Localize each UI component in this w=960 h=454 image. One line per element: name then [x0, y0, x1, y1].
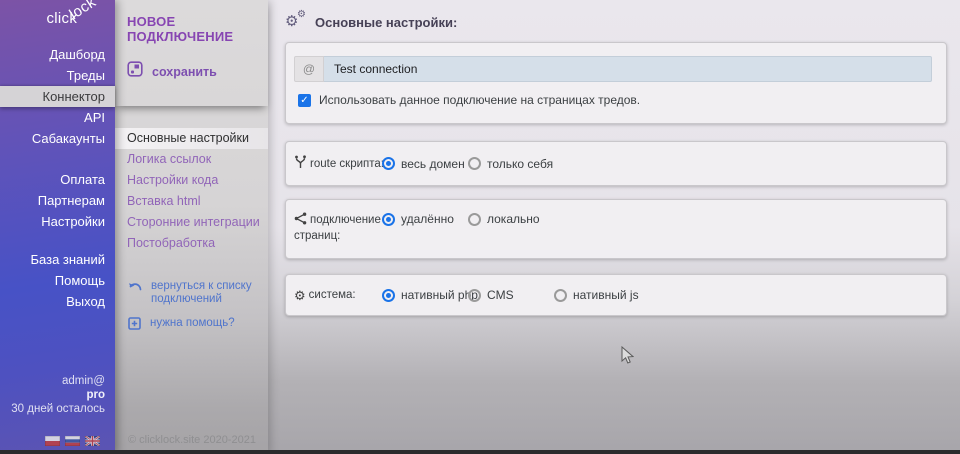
system-option-native-js[interactable]: нативный js [554, 288, 639, 302]
share-icon [294, 212, 307, 225]
use-on-threads-label: Использовать данное подключение на стран… [319, 93, 640, 107]
system-setting-row: ⚙система: нативный php CMS нативный js [286, 275, 946, 315]
sidebar-item-dashboard[interactable]: Дашборд [0, 44, 115, 65]
sidebar-item-api[interactable]: API [0, 107, 115, 128]
sidebar-item-payment[interactable]: Оплата [0, 169, 115, 190]
route-option-only-self[interactable]: только себя [468, 157, 553, 171]
language-flags [45, 436, 100, 446]
account-days-left: 30 дней осталось [11, 402, 105, 416]
pages-option-local[interactable]: локально [468, 212, 540, 226]
route-setting-card: route скрипта: весь домен только себя [285, 141, 947, 186]
route-icon [294, 155, 307, 169]
system-setting-label: ⚙система: [294, 287, 382, 304]
gears-icon: ⚙⚙ [285, 13, 307, 31]
account-email: admin@ [11, 374, 105, 388]
menu-item-basic-settings[interactable]: Основные настройки [115, 128, 268, 149]
connection-panel-header: НОВОЕ ПОДКЛЮЧЕНИЕ сохранить [115, 0, 268, 106]
radio-selected-icon [382, 213, 395, 226]
main-header-title: Основные настройки: [315, 15, 457, 30]
connection-name-card: @ ✓ Использовать данное подключение на с… [285, 42, 947, 124]
connection-name-input[interactable] [324, 56, 932, 82]
system-setting-card: ⚙система: нативный php CMS нативный js [285, 274, 947, 316]
save-button-label: сохранить [152, 65, 217, 79]
sidebar-item-threads[interactable]: Треды [0, 65, 115, 86]
save-button[interactable]: сохранить [127, 61, 256, 82]
gear-icon: ⚙ [294, 288, 306, 303]
russia-flag-icon[interactable] [65, 436, 80, 446]
bottom-edge-bar [0, 450, 960, 454]
radio-selected-icon [382, 289, 395, 302]
pages-option-remote[interactable]: удалённо [382, 212, 468, 226]
at-icon: @ [294, 56, 324, 82]
route-option-whole-domain[interactable]: весь домен [382, 157, 468, 171]
main-content: ⚙⚙ Основные настройки: @ ✓ Использовать … [268, 0, 960, 454]
mouse-cursor-icon [621, 346, 634, 370]
radio-unselected-icon [468, 289, 481, 302]
back-to-connections-link[interactable]: вернуться к списку подключений [128, 280, 268, 306]
panel-title: НОВОЕ ПОДКЛЮЧЕНИЕ [127, 14, 256, 44]
radio-unselected-icon [468, 213, 481, 226]
menu-item-code-settings[interactable]: Настройки кода [115, 170, 268, 191]
sidebar-item-connector[interactable]: Коннектор [0, 86, 115, 107]
pages-connection-label: подключение страниц: [294, 212, 382, 244]
uk-flag-icon[interactable] [85, 436, 100, 446]
account-plan: pro [11, 388, 105, 402]
sidebar-item-logout[interactable]: Выход [0, 291, 115, 312]
menu-item-html-insert[interactable]: Вставка html [115, 191, 268, 212]
add-box-icon [128, 317, 141, 335]
use-on-threads-row: ✓ Использовать данное подключение на стр… [298, 93, 932, 107]
connection-name-input-group: @ [294, 56, 932, 82]
sidebar: clicklock Дашборд Треды Коннектор API Са… [0, 0, 115, 454]
radio-selected-icon [382, 157, 395, 170]
connection-settings-menu: Основные настройки Логика ссылок Настрой… [115, 128, 268, 254]
pages-connection-card: подключение страниц: удалённо локально [285, 199, 947, 259]
floppy-save-icon [127, 61, 143, 82]
sidebar-item-partners[interactable]: Партнерам [0, 190, 115, 211]
pages-connection-row: подключение страниц: удалённо локально [286, 200, 946, 244]
radio-unselected-icon [468, 157, 481, 170]
radio-unselected-icon [554, 289, 567, 302]
route-setting-row: route скрипта: весь домен только себя [286, 142, 946, 185]
system-option-native-php[interactable]: нативный php [382, 288, 468, 302]
back-to-connections-label: вернуться к списку подключений [151, 280, 256, 306]
route-setting-label: route скрипта: [294, 155, 382, 172]
account-info: admin@ pro 30 дней осталось [11, 374, 105, 416]
use-on-threads-checkbox[interactable]: ✓ [298, 94, 311, 107]
panel-links: вернуться к списку подключений нужна пом… [115, 280, 268, 335]
main-header: ⚙⚙ Основные настройки: [268, 0, 960, 32]
menu-item-link-logic[interactable]: Логика ссылок [115, 149, 268, 170]
undo-arrow-icon [128, 280, 142, 306]
system-option-cms[interactable]: CMS [468, 288, 554, 302]
connection-panel: НОВОЕ ПОДКЛЮЧЕНИЕ сохранить Основные нас… [115, 0, 268, 454]
need-help-label: нужна помощь? [150, 317, 235, 335]
need-help-link[interactable]: нужна помощь? [128, 317, 268, 335]
sidebar-nav: Дашборд Треды Коннектор API Сабакаунты О… [0, 44, 115, 312]
poland-flag-icon[interactable] [45, 436, 60, 446]
clicklock-logo: clicklock [46, 10, 105, 27]
sidebar-item-subaccounts[interactable]: Сабакаунты [0, 128, 115, 149]
sidebar-item-knowledge-base[interactable]: База знаний [0, 249, 115, 270]
copyright-text: © clicklock.site 2020-2021 [128, 434, 256, 446]
sidebar-item-help[interactable]: Помощь [0, 270, 115, 291]
menu-item-integrations[interactable]: Сторонние интеграции [115, 212, 268, 233]
sidebar-item-settings[interactable]: Настройки [0, 211, 115, 232]
menu-item-postprocessing[interactable]: Постобработка [115, 233, 268, 254]
